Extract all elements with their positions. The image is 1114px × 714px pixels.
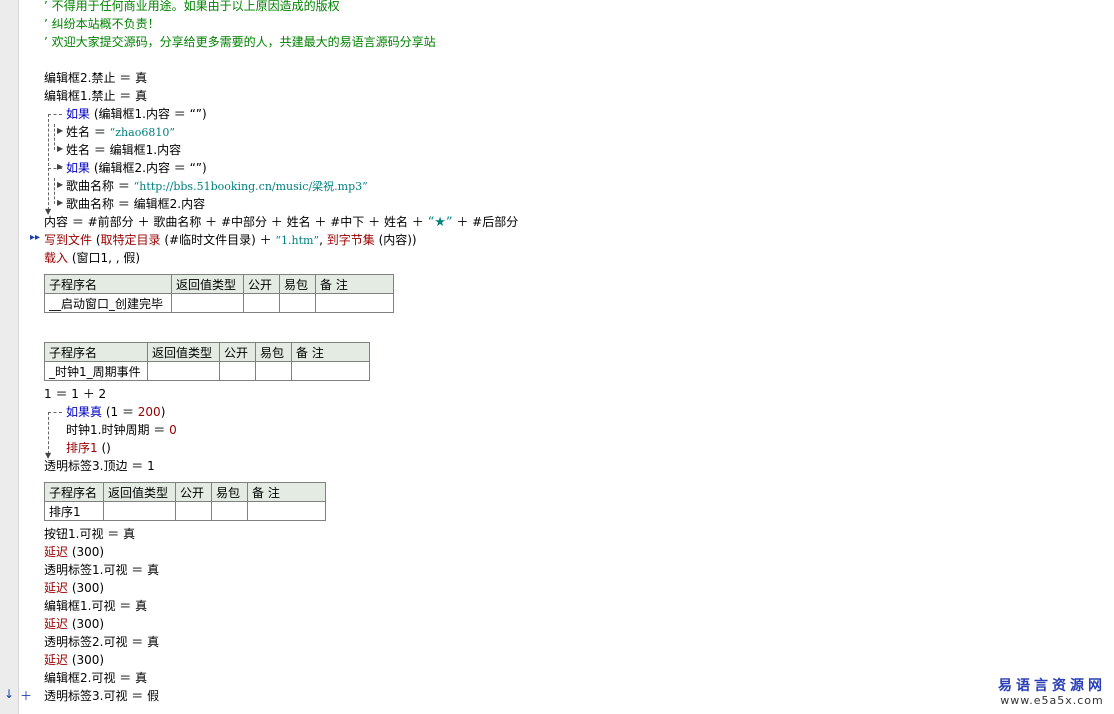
col-header-name: 子程序名 [44, 342, 148, 362]
code-line[interactable]: 歌曲名称 ＝ 编辑框2.内容 [66, 195, 205, 213]
cell[interactable] [315, 293, 394, 313]
col-header-public: 公开 [219, 342, 256, 362]
watermark-url: www.e5a5x.com [1000, 694, 1104, 707]
code-line[interactable]: 延迟 (300) [44, 543, 104, 561]
code-line[interactable]: 载入 (窗口1, , 假) [44, 249, 140, 267]
flow-arrow-icon: ▶ [57, 144, 64, 153]
cell[interactable] [211, 501, 248, 521]
cell[interactable] [103, 501, 176, 521]
line-gutter[interactable] [0, 0, 19, 714]
code-line[interactable]: 延迟 (300) [44, 615, 104, 633]
cell[interactable] [219, 361, 256, 381]
col-header-return: 返回值类型 [171, 274, 244, 294]
subroutine-table: 子程序名 返回值类型 公开 易包 备 注 __启动窗口_创建完毕 [44, 274, 394, 313]
cell[interactable] [175, 501, 212, 521]
watermark-brand: 易语言资源网 [998, 678, 1106, 694]
cell[interactable] [147, 361, 220, 381]
col-header-package: 易包 [255, 342, 292, 362]
code-line[interactable]: 编辑框2.可视 ＝ 真 [44, 669, 147, 687]
code-line[interactable]: 透明标签3.可视 ＝ 假 [44, 687, 159, 705]
flow-arrow-icon: ▶ [57, 162, 64, 171]
code-line[interactable]: 排序1 () [66, 439, 111, 457]
cell[interactable] [171, 293, 244, 313]
code-line-if[interactable]: 如果 (编辑框1.内容 ＝ “”) [66, 105, 207, 123]
col-header-note: 备 注 [291, 342, 370, 362]
cell[interactable] [243, 293, 280, 313]
exec-marker-icon: ▸▸ [30, 232, 41, 243]
code-line[interactable]: 编辑框2.禁止 ＝ 真 [44, 69, 147, 87]
subroutine-name[interactable]: _时钟1_周期事件 [44, 361, 148, 381]
flow-arrow-icon: ▶ [57, 198, 64, 207]
col-header-return: 返回值类型 [147, 342, 220, 362]
comment-line: ’ 欢迎大家提交源码，分享给更多需要的人，共建最大的易语言源码分享站 [44, 35, 436, 49]
code-line[interactable]: 按钮1.可视 ＝ 真 [44, 525, 135, 543]
flow-line [54, 124, 55, 150]
cell[interactable] [291, 361, 370, 381]
code-line[interactable]: 编辑框1.禁止 ＝ 真 [44, 87, 147, 105]
col-header-public: 公开 [175, 482, 212, 502]
code-line-if[interactable]: 如果真 (1 ＝ 200) [66, 403, 165, 421]
code-line[interactable]: 透明标签2.可视 ＝ 真 [44, 633, 159, 651]
code-line[interactable]: 延迟 (300) [44, 579, 104, 597]
flow-line [48, 412, 49, 454]
flow-arrow-icon: ▶ [57, 180, 64, 189]
col-header-note: 备 注 [315, 274, 394, 294]
code-line[interactable]: 透明标签3.顶边 ＝ 1 [44, 457, 155, 475]
cell[interactable] [279, 293, 316, 313]
flow-line [48, 412, 62, 413]
col-header-return: 返回值类型 [103, 482, 176, 502]
col-header-note: 备 注 [247, 482, 326, 502]
site-watermark: 易语言资源网 www.e5a5x.com [998, 678, 1106, 708]
code-line[interactable]: 歌曲名称 ＝ “http://bbs.51booking.cn/music/梁祝… [66, 177, 368, 195]
col-header-name: 子程序名 [44, 482, 104, 502]
code-line[interactable]: 姓名 ＝ 编辑框1.内容 [66, 141, 181, 159]
flow-line [48, 114, 62, 115]
code-line-if[interactable]: 如果 (编辑框2.内容 ＝ “”) [66, 159, 207, 177]
code-line[interactable]: 透明标签1.可视 ＝ 真 [44, 561, 159, 579]
code-line[interactable]: 姓名 ＝ “zhao6810” [66, 123, 175, 141]
flow-line [54, 178, 55, 204]
comment-line: ’ 纠纷本站概不负责！ [44, 17, 160, 31]
cell[interactable] [247, 501, 326, 521]
code-line[interactable]: 内容 ＝ #前部分 ＋ 歌曲名称 ＋ #中部分 ＋ 姓名 ＋ #中下 ＋ 姓名 … [44, 213, 518, 231]
col-header-package: 易包 [211, 482, 248, 502]
subroutine-name[interactable]: 排序1 [44, 501, 104, 521]
add-icon[interactable]: ＋ [20, 687, 32, 704]
flow-arrow-icon: ▶ [57, 126, 64, 135]
code-line[interactable]: 编辑框1.可视 ＝ 真 [44, 597, 147, 615]
subroutine-name[interactable]: __启动窗口_创建完毕 [44, 293, 172, 313]
col-header-package: 易包 [279, 274, 316, 294]
cell[interactable] [255, 361, 292, 381]
code-line[interactable]: 写到文件 (取特定目录 (#临时文件目录) ＋ “1.htm”, 到字节集 (内… [44, 231, 417, 249]
col-header-name: 子程序名 [44, 274, 172, 294]
code-line[interactable]: 时钟1.时钟周期 ＝ 0 [66, 421, 177, 439]
flow-line [48, 114, 49, 210]
col-header-public: 公开 [243, 274, 280, 294]
code-line[interactable]: 延迟 (300) [44, 651, 104, 669]
subroutine-table: 子程序名 返回值类型 公开 易包 备 注 _时钟1_周期事件 [44, 342, 370, 381]
comment-line: ’ 不得用于任何商业用途。如果由于以上原因造成的版权 [44, 0, 340, 13]
code-line[interactable]: 1 ＝ 1 ＋ 2 [44, 385, 106, 403]
subroutine-table: 子程序名 返回值类型 公开 易包 备 注 排序1 [44, 482, 326, 521]
down-arrow-icon[interactable]: ↓ [4, 687, 14, 701]
